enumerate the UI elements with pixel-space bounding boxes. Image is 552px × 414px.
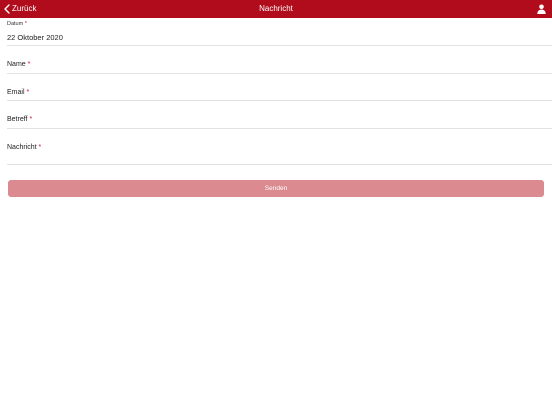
message-field[interactable]: Nachricht * bbox=[7, 128, 552, 165]
date-field[interactable]: Datum * 22 Oktober 2020 bbox=[7, 18, 552, 46]
send-button[interactable]: Senden bbox=[8, 180, 544, 197]
subject-field[interactable]: Betreff * bbox=[7, 101, 552, 129]
email-input[interactable] bbox=[7, 73, 552, 100]
submit-container: Senden bbox=[8, 177, 544, 197]
message-textarea[interactable] bbox=[7, 128, 552, 164]
subject-input[interactable] bbox=[7, 101, 552, 128]
email-field[interactable]: Email * bbox=[7, 73, 552, 101]
page-title: Nachricht bbox=[259, 4, 293, 13]
user-button[interactable] bbox=[536, 3, 546, 15]
required-mark: * bbox=[24, 21, 27, 27]
date-value[interactable]: 22 Oktober 2020 bbox=[7, 33, 63, 43]
app-window: Zurück Nachricht Datum * 22 Oktober 2020… bbox=[0, 0, 552, 414]
person-icon bbox=[536, 4, 546, 14]
name-field[interactable]: Name * bbox=[7, 46, 552, 74]
date-label: Datum * bbox=[7, 21, 27, 28]
name-input[interactable] bbox=[7, 46, 552, 73]
navigation-bar: Zurück Nachricht bbox=[0, 0, 552, 18]
message-form: Datum * 22 Oktober 2020 Name * Email * B… bbox=[0, 18, 552, 165]
date-label-text: Datum bbox=[7, 21, 24, 27]
